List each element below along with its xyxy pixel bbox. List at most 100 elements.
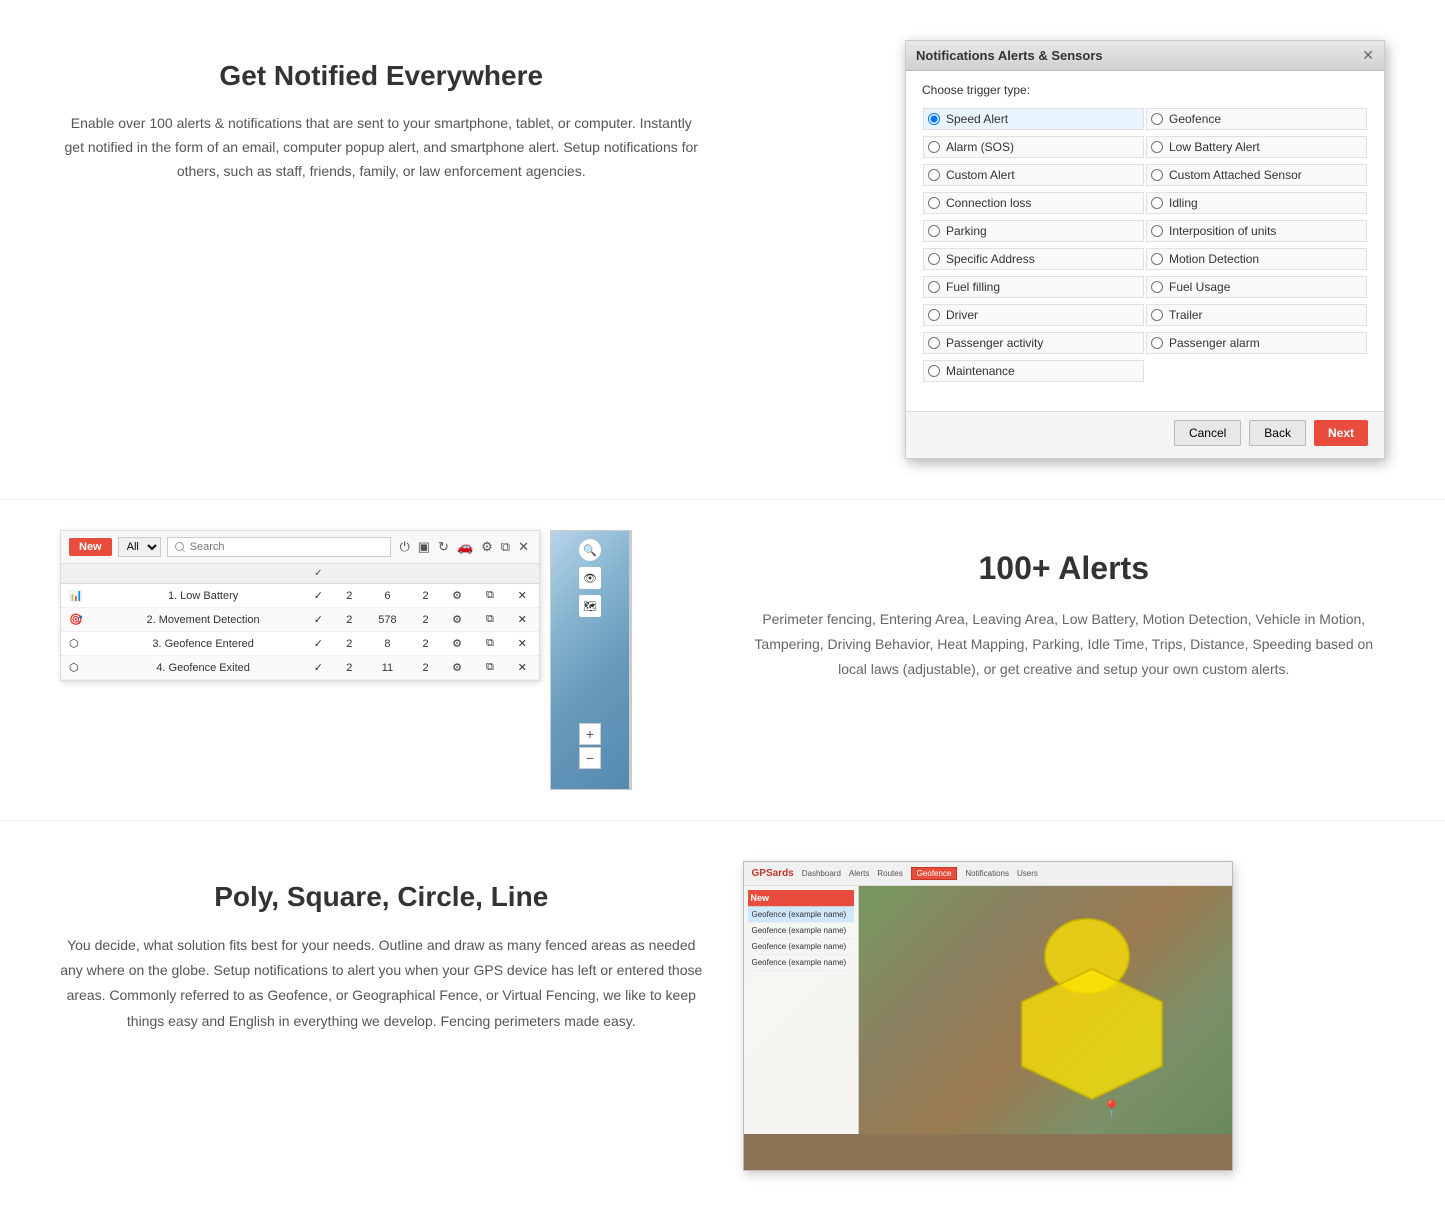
row-copy: ⧉ (474, 632, 505, 656)
geo-tb-alerts[interactable]: Alerts (849, 869, 869, 878)
geo-tb-dashboard[interactable]: Dashboard (802, 869, 841, 878)
option-maintenance[interactable]: Maintenance (923, 360, 1144, 382)
radio-idling[interactable] (1151, 197, 1163, 209)
geo-tb-routes[interactable]: Routes (877, 869, 902, 878)
row-delete[interactable]: ✕ (506, 656, 539, 680)
row-delete[interactable]: ✕ (506, 608, 539, 632)
option-geofence[interactable]: Geofence (1146, 108, 1367, 130)
eye-icon[interactable]: 👁 (579, 567, 601, 589)
option-passenger-activity[interactable]: Passenger activity (923, 332, 1144, 354)
display-icon[interactable]: ▣ (416, 537, 432, 557)
zoom-in-button[interactable]: + (579, 723, 601, 745)
geo-sidebar-item[interactable]: Geofence (example name) (748, 907, 854, 923)
section2-text-block: 100+ Alerts Perimeter fencing, Entering … (743, 530, 1386, 683)
geo-map-area: New Geofence (example name) Geofence (ex… (744, 886, 1232, 1134)
geo-tb-notifications[interactable]: Notifications (965, 869, 1009, 878)
option-specific-address[interactable]: Specific Address (923, 248, 1144, 270)
row-actions: ⚙ (440, 656, 474, 680)
radio-custom-sensor[interactable] (1151, 169, 1163, 181)
new-alert-button[interactable]: New (69, 538, 112, 556)
row-delete[interactable]: ✕ (506, 584, 539, 608)
next-button[interactable]: Next (1314, 420, 1368, 446)
option-trailer[interactable]: Trailer (1146, 304, 1367, 326)
radio-speed-alert[interactable] (928, 113, 940, 125)
alerts-table-body: 📊 1. Low Battery ✓ 2 6 2 ⚙ ⧉ ✕ 🎯 (61, 584, 539, 680)
col-3 (411, 564, 440, 584)
geo-sidebar-item[interactable]: Geofence (example name) (748, 955, 854, 971)
option-speed-alert[interactable]: Speed Alert (923, 108, 1144, 130)
radio-fuel-filling[interactable] (928, 281, 940, 293)
alerts-table: ✓ 📊 1. Low Battery (61, 564, 539, 680)
row-name: 4. Geofence Exited (105, 656, 302, 680)
section3-title: Poly, Square, Circle, Line (60, 881, 703, 913)
radio-maintenance[interactable] (928, 365, 940, 377)
option-custom-alert[interactable]: Custom Alert (923, 164, 1144, 186)
radio-specific-address[interactable] (928, 253, 940, 265)
option-fuel-filling[interactable]: Fuel filling (923, 276, 1144, 298)
geo-sidebar-item[interactable]: Geofence (example name) (748, 923, 854, 939)
close-icon[interactable]: ✕ (516, 537, 531, 557)
radio-fuel-usage[interactable] (1151, 281, 1163, 293)
row-col2: 11 (364, 656, 412, 680)
settings-icon[interactable]: ⚙ (479, 537, 495, 557)
option-low-battery-alert[interactable]: Low Battery Alert (1146, 136, 1367, 158)
copy-icon[interactable]: ⧉ (499, 537, 512, 557)
geofence-screenshot: GPSards Dashboard Alerts Routes Geofence… (743, 861, 1233, 1171)
zoom-out-button[interactable]: − (579, 747, 601, 769)
row-check: ✓ (302, 656, 335, 680)
option-alarm-sos[interactable]: Alarm (SOS) (923, 136, 1144, 158)
row-col1: 2 (335, 632, 364, 656)
radio-custom-alert[interactable] (928, 169, 940, 181)
radio-geofence[interactable] (1151, 113, 1163, 125)
option-parking[interactable]: Parking (923, 220, 1144, 242)
radio-parking[interactable] (928, 225, 940, 237)
option-interposition[interactable]: Interposition of units (1146, 220, 1367, 242)
cancel-button[interactable]: Cancel (1174, 420, 1241, 446)
option-passenger-alarm[interactable]: Passenger alarm (1146, 332, 1367, 354)
radio-connection-loss[interactable] (928, 197, 940, 209)
option-motion-detection[interactable]: Motion Detection (1146, 248, 1367, 270)
vehicle-icon[interactable]: 🚗 (455, 537, 475, 557)
option-idling[interactable]: Idling (1146, 192, 1367, 214)
search-input[interactable] (167, 537, 392, 557)
option-custom-attached-sensor[interactable]: Custom Attached Sensor (1146, 164, 1367, 186)
radio-passenger-activity[interactable] (928, 337, 940, 349)
geo-brand: GPSards (752, 868, 794, 879)
section3-image: GPSards Dashboard Alerts Routes Geofence… (743, 861, 1386, 1171)
power-icon[interactable]: ⏻ (397, 537, 411, 557)
section1-text-block: Get Notified Everywhere Enable over 100 … (60, 40, 703, 183)
option-fuel-usage[interactable]: Fuel Usage (1146, 276, 1367, 298)
radio-passenger-alarm[interactable] (1151, 337, 1163, 349)
back-button[interactable]: Back (1249, 420, 1306, 446)
geo-tb-users[interactable]: Users (1017, 869, 1038, 878)
close-icon[interactable]: ✕ (1362, 47, 1374, 64)
geo-sidebar-header: New (748, 890, 854, 907)
refresh-icon[interactable]: ↻ (436, 537, 451, 557)
radio-interposition[interactable] (1151, 225, 1163, 237)
row-icon: ⬡ (61, 632, 105, 656)
option-driver[interactable]: Driver (923, 304, 1144, 326)
map-layer-icon[interactable]: 🗺 (579, 595, 601, 617)
row-delete[interactable]: ✕ (506, 632, 539, 656)
row-copy: ⧉ (474, 656, 505, 680)
alerts-panel-area: New All ⏻ ▣ ↻ 🚗 ⚙ ⧉ ✕ (60, 530, 703, 790)
geo-tb-geofence[interactable]: Geofence (911, 867, 958, 880)
map-side-panel: 🔍 👁 🗺 + − (550, 530, 630, 790)
col-1 (335, 564, 364, 584)
radio-driver[interactable] (928, 309, 940, 321)
row-actions: ⚙ (440, 632, 474, 656)
radio-low-battery-alert[interactable] (1151, 141, 1163, 153)
radio-motion-detection[interactable] (1151, 253, 1163, 265)
row-name: 3. Geofence Entered (105, 632, 302, 656)
alerts-table-header: ✓ (61, 564, 539, 584)
col-name (105, 564, 302, 584)
option-connection-loss[interactable]: Connection loss (923, 192, 1144, 214)
radio-alarm-sos[interactable] (928, 141, 940, 153)
row-col1: 2 (335, 584, 364, 608)
geo-sidebar-item[interactable]: Geofence (example name) (748, 939, 854, 955)
map-search-icon[interactable]: 🔍 (579, 539, 601, 561)
section-alerts: New All ⏻ ▣ ↻ 🚗 ⚙ ⧉ ✕ (0, 500, 1445, 821)
filter-select[interactable]: All (118, 537, 161, 557)
dialog-body: Choose trigger type: Speed Alert Geofenc… (906, 71, 1384, 411)
radio-trailer[interactable] (1151, 309, 1163, 321)
